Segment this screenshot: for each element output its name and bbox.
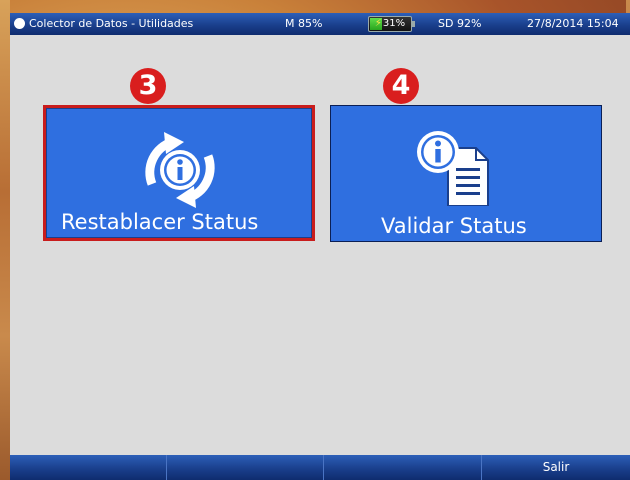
softkey-3[interactable] — [324, 455, 482, 480]
callout-badge-3: 3 — [130, 68, 166, 104]
salir-button[interactable]: Salir — [482, 455, 630, 480]
validar-status-label: Validar Status — [381, 214, 527, 238]
battery-tip — [412, 21, 415, 27]
refresh-info-icon — [145, 132, 215, 208]
restablacer-status-label: Restablacer Status — [61, 210, 259, 234]
validar-status-button[interactable]: Validar Status — [330, 105, 602, 242]
battery-indicator: ⚡31% — [368, 16, 412, 32]
info-document-icon — [417, 131, 489, 206]
desktop-background-left — [0, 0, 10, 480]
softkey-2[interactable] — [167, 455, 324, 480]
callout-badge-4: 4 — [383, 68, 419, 104]
date-time: 27/8/2014 15:04 — [527, 17, 619, 30]
softkey-1[interactable] — [10, 455, 167, 480]
battery-percent: 31% — [382, 18, 406, 29]
app-status-icon — [14, 18, 25, 29]
window-title: Colector de Datos - Utilidades — [29, 17, 194, 30]
memory-status: M 85% — [285, 17, 323, 30]
softkey-bar: Salir — [10, 455, 630, 480]
sd-card-status: SD 92% — [438, 17, 482, 30]
charging-bolt-icon: ⚡ — [374, 18, 382, 29]
app-window: Colector de Datos - Utilidades M 85% ⚡31… — [10, 13, 630, 480]
title-bar: Colector de Datos - Utilidades M 85% ⚡31… — [10, 13, 630, 35]
restablacer-status-button[interactable]: Restablacer Status — [43, 105, 315, 241]
